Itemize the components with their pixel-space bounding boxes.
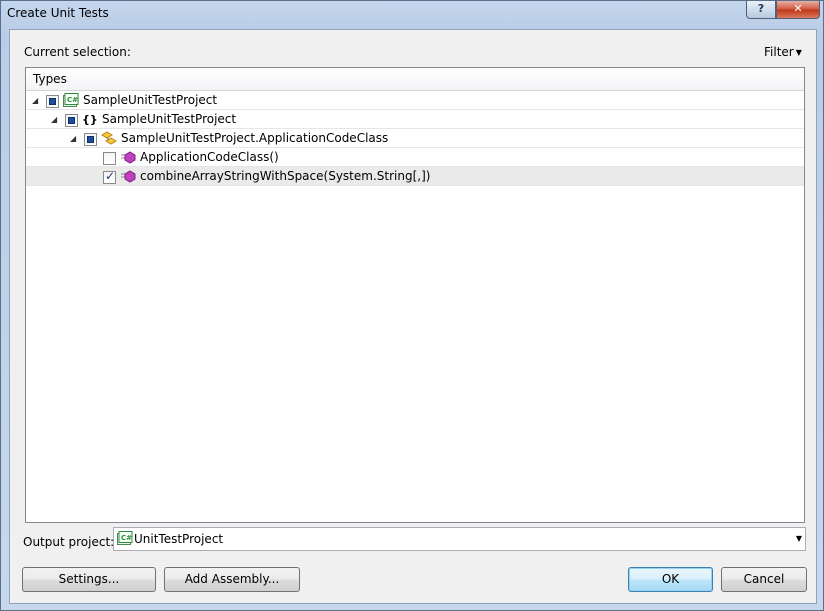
title-bar[interactable]: Create Unit Tests ? ✕ <box>1 1 823 27</box>
output-project-select[interactable]: C# UnitTestProject ▼ <box>113 527 806 551</box>
cancel-button[interactable]: Cancel <box>721 567 807 592</box>
output-project-label: Output project: <box>23 535 115 549</box>
tree-row[interactable]: ◢ C# SampleUnitTestProject <box>26 91 804 110</box>
method-icon <box>120 150 136 165</box>
csharp-project-icon: C# <box>63 93 79 108</box>
tree-checkbox[interactable] <box>84 133 97 146</box>
csharp-project-icon: C# <box>117 531 133 546</box>
svg-text:C#: C# <box>67 96 78 104</box>
tree-row[interactable]: combineArrayStringWithSpace(System.Strin… <box>26 167 804 186</box>
tree-row-label: combineArrayStringWithSpace(System.Strin… <box>140 169 431 183</box>
output-project-value: UnitTestProject <box>134 532 224 546</box>
tree-row-label: ApplicationCodeClass() <box>140 150 279 164</box>
filter-dropdown[interactable]: Filter ▼ <box>764 45 802 59</box>
expand-triangle-icon[interactable]: ◢ <box>70 129 79 148</box>
tree-checkbox[interactable] <box>46 95 59 108</box>
class-icon <box>101 131 117 146</box>
ok-button[interactable]: OK <box>628 567 713 592</box>
expand-triangle-icon[interactable]: ◢ <box>51 110 60 129</box>
tree-checkbox[interactable] <box>65 114 78 127</box>
dropdown-arrow-icon[interactable]: ▼ <box>796 534 802 543</box>
tree-row-label: SampleUnitTestProject <box>83 93 218 107</box>
tree-row[interactable]: ◢ {} SampleUnitTestProject <box>26 110 804 129</box>
window-title: Create Unit Tests <box>7 6 109 20</box>
tree-checkbox[interactable] <box>103 152 116 165</box>
add-assembly-button[interactable]: Add Assembly... <box>164 567 300 592</box>
svg-text:C#: C# <box>121 534 132 542</box>
types-tree[interactable]: Types ◢ C# SampleUnitTestProject ◢ {} Sa… <box>25 67 805 523</box>
dialog-client-area: Current selection: Filter ▼ Types ◢ C# Sa… <box>9 29 817 604</box>
tree-checkbox[interactable] <box>103 169 116 184</box>
tree-row[interactable]: ApplicationCodeClass() <box>26 148 804 167</box>
dropdown-arrow-icon: ▼ <box>795 48 802 57</box>
dialog-window: Create Unit Tests ? ✕ Current selection:… <box>0 0 824 611</box>
namespace-icon: {} <box>82 113 98 126</box>
tree-row[interactable]: ◢ SampleUnitTestProject.ApplicationCodeC… <box>26 129 804 148</box>
tree-row-label: SampleUnitTestProject <box>102 112 237 126</box>
settings-button[interactable]: Settings... <box>22 567 156 592</box>
close-button[interactable]: ✕ <box>776 1 820 19</box>
filter-label: Filter <box>764 45 794 59</box>
expand-triangle-icon[interactable]: ◢ <box>32 91 41 110</box>
tree-header: Types <box>26 68 804 91</box>
help-button[interactable]: ? <box>746 1 776 19</box>
tree-row-label: SampleUnitTestProject.ApplicationCodeCla… <box>121 131 389 145</box>
current-selection-label: Current selection: <box>24 45 131 59</box>
method-icon <box>120 169 136 184</box>
